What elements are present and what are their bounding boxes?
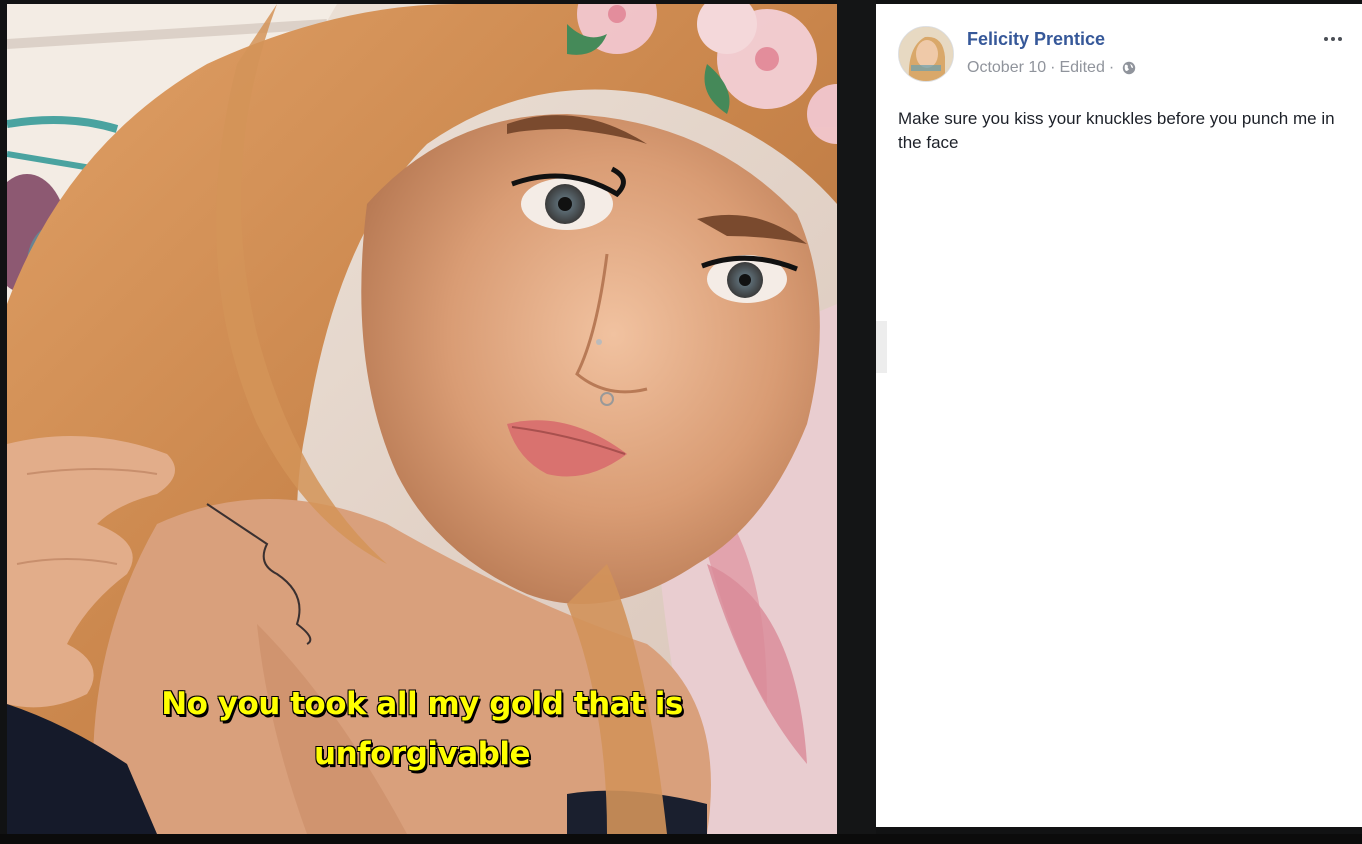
meta-separator: · <box>1050 59 1056 76</box>
avatar-image <box>899 27 953 81</box>
post-details-panel: Felicity Prentice October 10 · Edited · … <box>876 4 1362 827</box>
post-message: Make sure you kiss your knuckles before … <box>898 109 1335 152</box>
author-avatar[interactable] <box>898 26 954 82</box>
meta-separator: · <box>1108 59 1115 76</box>
author-name-link[interactable]: Felicity Prentice <box>967 29 1105 50</box>
post-meta: October 10 · Edited · <box>967 59 1136 77</box>
edited-label[interactable]: Edited <box>1059 59 1104 77</box>
viewer-divider <box>837 0 876 844</box>
panel-edge-tab <box>876 321 887 373</box>
post-photo[interactable]: No you took all my gold that is unforgiv… <box>7 4 837 834</box>
post-date[interactable]: October 10 <box>967 59 1046 77</box>
photo-caption-line-1: No you took all my gold that is <box>161 686 683 722</box>
photo-viewer: No you took all my gold that is unforgiv… <box>0 0 1362 844</box>
photo-caption-line-2: unforgivable <box>314 736 531 772</box>
bottom-bar <box>0 834 1362 844</box>
globe-icon[interactable] <box>1122 61 1136 75</box>
more-options-icon[interactable] <box>1320 30 1346 48</box>
